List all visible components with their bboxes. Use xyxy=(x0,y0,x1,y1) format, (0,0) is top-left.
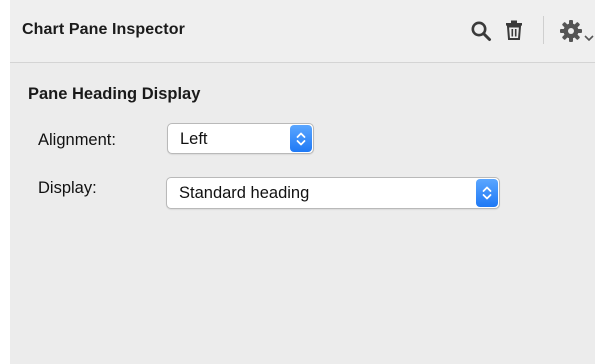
alignment-label: Alignment: xyxy=(38,131,116,149)
popup-arrows-icon xyxy=(290,125,312,152)
inspector-header: Chart Pane Inspector xyxy=(10,0,595,63)
popup-arrows-icon xyxy=(476,179,498,207)
gear-icon[interactable] xyxy=(559,19,583,43)
display-value: Standard heading xyxy=(179,184,310,202)
inspector-title: Chart Pane Inspector xyxy=(22,21,185,38)
alignment-popup[interactable]: Left xyxy=(167,123,314,154)
alignment-value: Left xyxy=(180,130,208,148)
section-title: Pane Heading Display xyxy=(28,85,201,103)
left-gutter xyxy=(0,0,10,364)
trash-icon[interactable] xyxy=(504,19,524,41)
display-label: Display: xyxy=(38,179,97,197)
chevron-down-icon[interactable] xyxy=(584,28,594,42)
display-popup[interactable]: Standard heading xyxy=(166,177,500,209)
search-icon[interactable] xyxy=(470,20,492,42)
toolbar-divider xyxy=(543,16,544,44)
inspector-panel: Chart Pane Inspector Pane Heading Displa… xyxy=(10,0,595,364)
